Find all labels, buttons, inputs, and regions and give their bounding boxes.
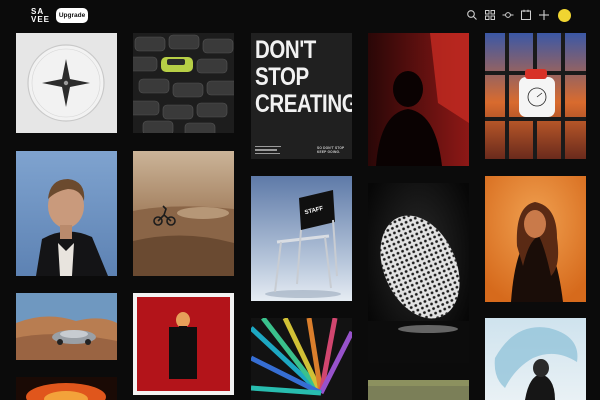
logo-line-2: VEE	[31, 15, 51, 24]
image-tile-staff-chair[interactable]: STAFF	[251, 176, 352, 301]
image-tile-desert-car[interactable]	[16, 293, 117, 360]
image-tile-orange-glow[interactable]	[16, 377, 117, 400]
rainbow-rays-image	[251, 318, 352, 400]
grid-icon[interactable]	[484, 9, 496, 21]
savee-logo[interactable]: SA VEE	[31, 8, 50, 24]
plus-icon[interactable]	[538, 9, 550, 21]
avatar[interactable]	[558, 9, 571, 22]
poster-line-1: DON'T	[255, 36, 316, 64]
poster-footer-right-2: KEEP GOING.	[317, 150, 341, 154]
image-tile-cars[interactable]	[133, 33, 234, 133]
image-tile-dont-stop-poster[interactable]: DON'T STOP CREATING SO DON'T STOP KEEP G…	[251, 33, 352, 159]
poster-headline: DON'T STOP CREATING	[255, 36, 352, 118]
image-tile-red-silhouette[interactable]	[368, 33, 469, 166]
poster-line-3: CREATING	[255, 90, 352, 118]
red-silhouette-image	[368, 33, 469, 166]
image-tile-perforated-disc[interactable]	[368, 183, 469, 363]
glass-hat-image	[485, 318, 586, 400]
orange-woman-image	[485, 176, 586, 302]
perforated-disc-image	[368, 183, 469, 363]
red-figure-image	[133, 293, 234, 395]
orange-glow-image	[16, 377, 117, 400]
image-tile-orange-window[interactable]	[485, 33, 586, 159]
cars-image	[133, 33, 234, 133]
image-tile-glass-hat[interactable]	[485, 318, 586, 400]
staff-chair-image	[251, 176, 352, 301]
compass-image	[16, 33, 117, 133]
search-icon[interactable]	[466, 9, 478, 21]
motorbike-image	[133, 151, 234, 276]
top-bar: SA VEE Upgrade	[0, 0, 600, 32]
desert-car-image	[16, 293, 117, 360]
image-tile-compass[interactable]	[16, 33, 117, 133]
board-icon[interactable]	[520, 9, 532, 21]
image-tile-orange-woman[interactable]	[485, 176, 586, 302]
poster-footer-right: SO DON'T STOP KEEP GOING.	[317, 146, 344, 154]
upgrade-button[interactable]: Upgrade	[56, 8, 88, 23]
orange-window-image	[485, 33, 586, 159]
poster-footer-left	[255, 145, 281, 154]
image-tile-portrait-man[interactable]	[16, 151, 117, 276]
image-tile-olive[interactable]	[368, 380, 469, 400]
image-tile-rainbow-rays[interactable]	[251, 318, 352, 400]
poster-line-2: STOP	[255, 63, 309, 91]
portrait-man-image	[16, 151, 117, 276]
image-tile-motorbike[interactable]	[133, 151, 234, 276]
timeline-icon[interactable]	[502, 9, 514, 21]
image-tile-red-figure[interactable]	[133, 293, 234, 395]
olive-image	[368, 380, 469, 400]
